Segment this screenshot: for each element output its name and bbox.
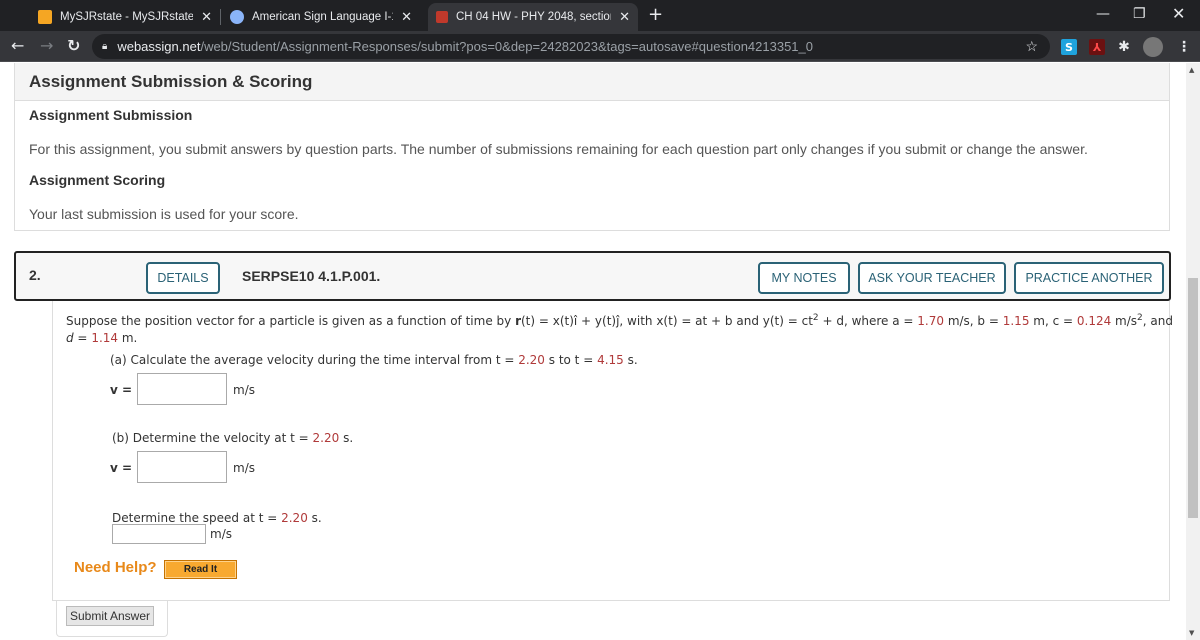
restore-icon[interactable]: ❐ <box>1133 6 1146 22</box>
browser-tab-strip: MySJRstate - MySJRstate ✕ American Sign … <box>0 0 1200 31</box>
part-a-unit: m/s <box>233 383 255 397</box>
extensions-puzzle-icon[interactable]: ✱ <box>1116 39 1132 55</box>
globe-favicon-icon <box>230 10 244 24</box>
address-bar[interactable]: 🔒︎ webassign.net/web/Student/Assignment-… <box>92 34 1050 59</box>
tab-asl[interactable]: American Sign Language I-11047 ✕ <box>222 3 420 31</box>
scroll-up-icon[interactable]: ▲ <box>1189 66 1194 74</box>
mysjrstate-favicon-icon <box>38 10 52 24</box>
my-notes-button[interactable]: MY NOTES <box>758 262 850 294</box>
panel-title: Assignment Submission & Scoring <box>15 63 1169 101</box>
tab-webassign[interactable]: CH 04 HW - PHY 2048, section X ✕ <box>428 3 638 31</box>
question-number: 2. <box>29 267 41 283</box>
part-b-velocity-input[interactable] <box>137 451 227 483</box>
part-a-prompt: (a) Calculate the average velocity durin… <box>110 353 638 367</box>
question-header: 2. DETAILS SERPSE10 4.1.P.001. MY NOTES … <box>14 251 1171 301</box>
submit-answer-button[interactable]: Submit Answer <box>66 606 154 626</box>
submission-scoring-panel: Assignment Submission & Scoring Assignme… <box>14 63 1170 231</box>
part-b-prompt: (b) Determine the velocity at t = 2.20 s… <box>112 431 354 445</box>
reload-icon[interactable]: ↻ <box>67 36 80 55</box>
skype-icon[interactable]: S <box>1061 39 1077 55</box>
scrollbar-thumb[interactable] <box>1188 278 1198 518</box>
read-it-button[interactable]: Read It <box>164 560 237 579</box>
page-content: Assignment Submission & Scoring Assignme… <box>0 63 1186 640</box>
question-stem-line2: d = 1.14 m. <box>66 331 138 345</box>
submission-heading: Assignment Submission <box>29 107 193 123</box>
tab-mysjrstate[interactable]: MySJRstate - MySJRstate ✕ <box>30 3 220 31</box>
webassign-favicon-icon <box>436 11 448 23</box>
ask-your-teacher-button[interactable]: ASK YOUR TEACHER <box>858 262 1006 294</box>
new-tab-button[interactable]: + <box>648 4 663 25</box>
question-id: SERPSE10 4.1.P.001. <box>242 268 381 284</box>
page-scrollbar[interactable]: ▲ ▼ <box>1186 63 1200 640</box>
part-b-label: v = <box>110 461 133 475</box>
menu-kebab-icon[interactable]: ⋮ <box>1176 39 1192 55</box>
close-tab-icon[interactable]: ✕ <box>401 9 412 25</box>
profile-avatar-icon[interactable] <box>1143 37 1163 57</box>
part-b-unit: m/s <box>233 461 255 475</box>
need-help-label: Need Help? <box>74 559 157 576</box>
part-c-prompt: Determine the speed at t = 2.20 s. <box>112 511 322 525</box>
adobe-acrobat-icon[interactable]: ⅄ <box>1089 39 1105 55</box>
tab-divider <box>220 9 221 25</box>
question-stem-line1: Suppose the position vector for a partic… <box>66 313 1173 328</box>
back-icon[interactable]: ← <box>11 36 24 55</box>
practice-another-button[interactable]: PRACTICE ANOTHER <box>1014 262 1164 294</box>
details-button[interactable]: DETAILS <box>146 262 220 294</box>
close-tab-icon[interactable]: ✕ <box>201 9 212 25</box>
submission-text: For this assignment, you submit answers … <box>29 141 1088 157</box>
part-a-velocity-input[interactable] <box>137 373 227 405</box>
scoring-text: Your last submission is used for your sc… <box>29 206 299 222</box>
close-tab-icon[interactable]: ✕ <box>619 9 630 25</box>
part-c-unit: m/s <box>210 527 232 541</box>
scoring-heading: Assignment Scoring <box>29 172 166 188</box>
browser-toolbar: ← → ↻ 🔒︎ webassign.net/web/Student/Assig… <box>0 31 1200 62</box>
minimize-icon[interactable]: — <box>1096 6 1110 22</box>
part-c-speed-input[interactable] <box>112 524 206 544</box>
scroll-down-icon[interactable]: ▼ <box>1189 629 1194 637</box>
part-a-label: v = <box>110 383 133 397</box>
lock-icon: 🔒︎ <box>102 41 108 52</box>
bookmark-star-icon[interactable]: ☆ <box>1025 38 1038 55</box>
forward-icon[interactable]: → <box>40 36 53 55</box>
close-window-icon[interactable]: ✕ <box>1172 4 1185 23</box>
